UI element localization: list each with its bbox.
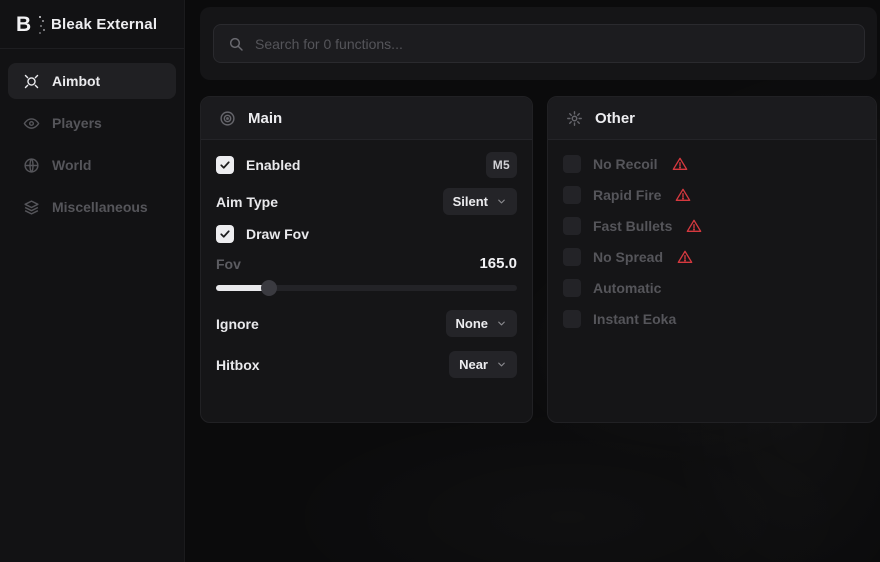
toggle-no-spread[interactable]: No Spread	[563, 247, 861, 267]
rapid-fire-checkbox[interactable]	[563, 186, 581, 204]
toggle-automatic[interactable]: Automatic	[563, 278, 861, 298]
sidebar-item-world[interactable]: World	[8, 147, 176, 183]
draw-fov-label: Draw Fov	[246, 226, 309, 242]
toggle-no-recoil[interactable]: No Recoil	[563, 154, 861, 174]
enabled-checkbox[interactable]	[216, 156, 234, 174]
draw-fov-row: Draw Fov	[216, 225, 517, 243]
other-panel: Other No Recoil Rapid Fire	[547, 96, 877, 423]
instant-eoka-checkbox[interactable]	[563, 310, 581, 328]
fov-value: 165.0	[479, 255, 517, 272]
main-panel-header: Main	[201, 97, 532, 140]
chevron-down-icon	[496, 359, 507, 370]
ignore-dropdown[interactable]: None	[446, 310, 518, 337]
logo-glitch-pixels	[39, 16, 41, 18]
draw-fov-toggle[interactable]: Draw Fov	[216, 225, 309, 243]
sidebar: B Bleak External Aimbot Players	[0, 0, 185, 562]
globe-icon	[22, 156, 40, 174]
aim-type-dropdown[interactable]: Silent	[443, 188, 517, 215]
panel-title: Main	[248, 110, 282, 127]
sidebar-item-label: Aimbot	[52, 73, 100, 89]
other-panel-header: Other	[548, 97, 876, 140]
aim-type-row: Aim Type Silent	[216, 188, 517, 215]
ignore-row: Ignore None	[216, 310, 517, 337]
enabled-label: Enabled	[246, 157, 300, 173]
check-icon	[219, 159, 231, 171]
panel-title: Other	[595, 110, 635, 127]
enabled-toggle[interactable]: Enabled	[216, 156, 300, 174]
no-spread-label: No Spread	[593, 249, 663, 265]
fov-row: Fov 165.0	[216, 255, 517, 272]
main-panel-body: Enabled M5 Aim Type Silent	[201, 140, 532, 390]
check-icon	[219, 228, 231, 240]
main-panel: Main Enabled M5 Aim Type Silent	[200, 96, 533, 423]
fast-bullets-label: Fast Bullets	[593, 218, 672, 234]
layers-icon	[22, 198, 40, 216]
sidebar-item-label: World	[52, 157, 91, 173]
app-title: Bleak External	[51, 16, 157, 33]
hitbox-label: Hitbox	[216, 357, 260, 373]
sidebar-item-players[interactable]: Players	[8, 105, 176, 141]
ignore-label: Ignore	[216, 316, 259, 332]
content-area: Main Enabled M5 Aim Type Silent	[186, 0, 880, 562]
sidebar-item-miscellaneous[interactable]: Miscellaneous	[8, 189, 176, 225]
ignore-value: None	[456, 316, 489, 331]
sidebar-item-label: Miscellaneous	[52, 199, 148, 215]
toggle-instant-eoka[interactable]: Instant Eoka	[563, 309, 861, 329]
search-box[interactable]	[213, 24, 865, 63]
automatic-label: Automatic	[593, 280, 661, 296]
rapid-fire-label: Rapid Fire	[593, 187, 661, 203]
automatic-checkbox[interactable]	[563, 279, 581, 297]
sidebar-item-label: Players	[52, 115, 102, 131]
app-logo-row: B Bleak External	[0, 0, 184, 48]
crosshair-icon	[22, 72, 40, 90]
fov-label: Fov	[216, 256, 241, 272]
sidebar-nav: Aimbot Players World	[0, 49, 184, 239]
search-icon	[228, 36, 244, 52]
aim-type-label: Aim Type	[216, 194, 278, 210]
enabled-row: Enabled M5	[216, 152, 517, 178]
other-panel-body: No Recoil Rapid Fire Fast Bullets	[548, 140, 876, 343]
target-icon	[219, 110, 236, 127]
warning-icon	[677, 249, 693, 265]
no-spread-checkbox[interactable]	[563, 248, 581, 266]
aim-type-value: Silent	[453, 194, 488, 209]
panels-row: Main Enabled M5 Aim Type Silent	[200, 96, 877, 423]
fast-bullets-checkbox[interactable]	[563, 217, 581, 235]
enabled-keybind-button[interactable]: M5	[486, 152, 517, 178]
fov-slider[interactable]	[216, 280, 517, 296]
eye-icon	[22, 114, 40, 132]
warning-icon	[686, 218, 702, 234]
hitbox-value: Near	[459, 357, 488, 372]
warning-icon	[672, 156, 688, 172]
logo-letter: B	[16, 13, 31, 36]
toggle-rapid-fire[interactable]: Rapid Fire	[563, 185, 861, 205]
no-recoil-checkbox[interactable]	[563, 155, 581, 173]
toggle-fast-bullets[interactable]: Fast Bullets	[563, 216, 861, 236]
instant-eoka-label: Instant Eoka	[593, 311, 676, 327]
warning-icon	[675, 187, 691, 203]
chevron-down-icon	[496, 318, 507, 329]
hitbox-dropdown[interactable]: Near	[449, 351, 517, 378]
search-container	[200, 7, 877, 80]
sidebar-item-aimbot[interactable]: Aimbot	[8, 63, 176, 99]
hitbox-row: Hitbox Near	[216, 351, 517, 378]
app-logo-icon: B	[16, 13, 39, 36]
fov-slider-thumb[interactable]	[261, 280, 277, 296]
draw-fov-checkbox[interactable]	[216, 225, 234, 243]
search-input[interactable]	[255, 36, 850, 52]
chevron-down-icon	[496, 196, 507, 207]
gear-icon	[566, 110, 583, 127]
no-recoil-label: No Recoil	[593, 156, 658, 172]
